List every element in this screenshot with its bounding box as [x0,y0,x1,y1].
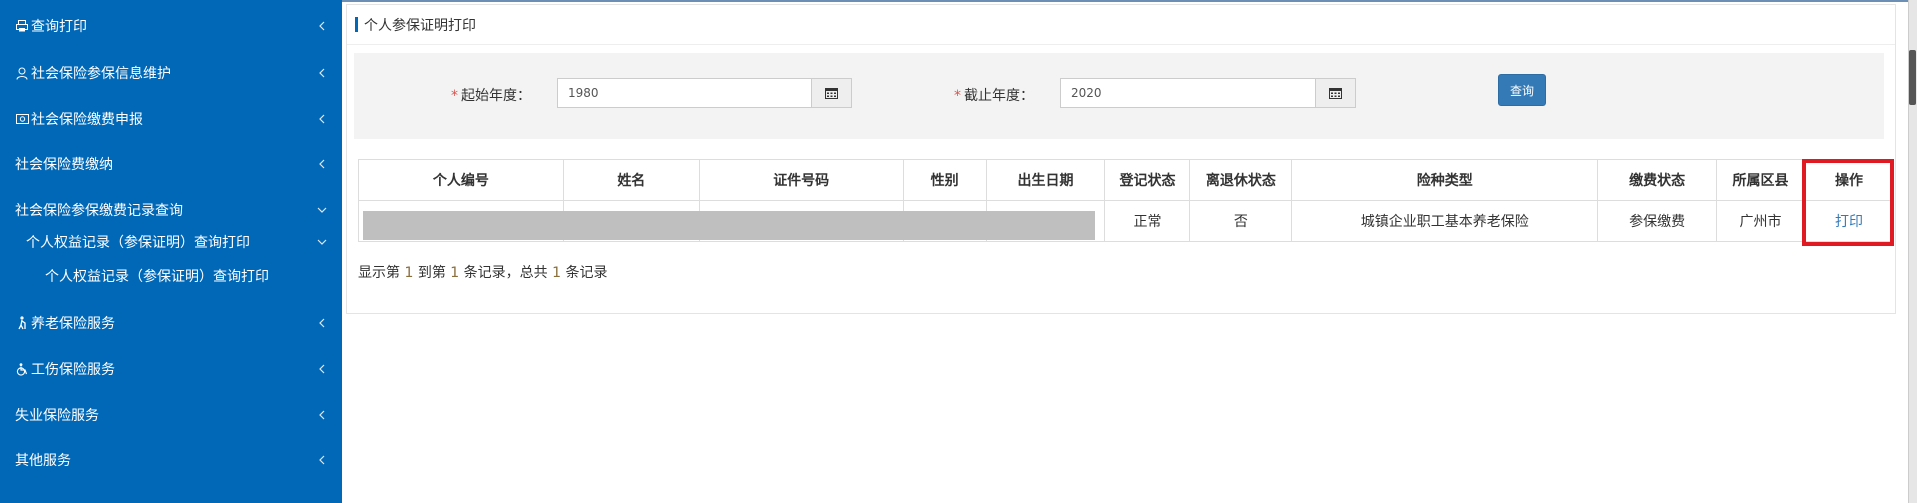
sidebar-item-label: 养老保险服务 [31,316,115,332]
pagination-mid1: 到第 [417,265,446,281]
sidebar-item-label: 个人权益记录（参保证明）查询打印 [26,235,250,251]
start-year-label-text: 起始年度： [461,88,531,104]
pagination-from: 1 [404,265,414,281]
pagination-suffix: 条记录 [565,265,608,281]
sidebar-item-label: 个人权益记录（参保证明）查询打印 [45,269,269,285]
cell-retired-status: 否 [1189,200,1293,242]
sidebar-item-label: 社会保险参保缴费记录查询 [15,203,183,219]
cell-payment-status: 参保缴费 [1597,200,1718,242]
column-header[interactable]: 性别 [902,159,987,201]
sidebar-item-insurance-info[interactable]: 社会保险参保信息维护 [0,51,342,95]
chevron-left-icon [316,20,328,32]
calendar-icon[interactable] [1315,79,1355,107]
column-header[interactable]: 险种类型 [1291,159,1599,201]
sidebar-item-unemployment[interactable]: 失业保险服务 [0,393,342,437]
user-icon [15,66,29,80]
chevron-left-icon [316,363,328,375]
sidebar-item-injury[interactable]: 工伤保险服务 [0,347,342,391]
panel-header: 个人参保证明打印 [347,5,1895,45]
pagination-to: 1 [450,265,460,281]
filter-form: *起始年度： *截止年度： 查询 [354,53,1884,139]
sidebar: 查询打印 社会保险参保信息维护 社会保险缴费申报 社会保险费缴纳 社会保险参保缴… [0,0,342,503]
page-title: 个人参保证明打印 [364,17,476,34]
query-button[interactable]: 查询 [1498,74,1546,106]
sidebar-item-other[interactable]: 其他服务 [0,438,342,482]
column-header[interactable]: 姓名 [562,159,700,201]
sidebar-item-rights-record-print[interactable]: 个人权益记录（参保证明）查询打印 [0,254,342,298]
cell-insurance-type: 城镇企业职工基本养老保险 [1291,200,1599,242]
pagination-mid2: 条记录，总共 [463,265,548,281]
sidebar-item-pension[interactable]: 养老保险服务 [0,301,342,345]
required-mark: * [451,88,458,104]
print-icon [15,19,29,33]
column-header[interactable]: 缴费状态 [1597,159,1718,201]
pagination-info: 显示第 1 到第 1 条记录，总共 1 条记录 [358,262,607,282]
chevron-left-icon [316,67,328,79]
sidebar-item-fee-payment[interactable]: 社会保险费缴纳 [0,142,342,186]
end-year-label: * 截止年度： [954,85,1034,105]
sidebar-item-label: 查询打印 [31,19,87,35]
elderly-icon [15,316,29,330]
table-header-row: 个人编号 姓名 证件号码 性别 出生日期 登记状态 离退休状态 险种类型 缴费状… [358,159,1895,201]
chevron-left-icon [316,113,328,125]
title-accent-bar [355,17,358,32]
sidebar-item-label: 社会保险缴费申报 [31,112,143,128]
scrollbar[interactable] [1908,0,1917,503]
wheelchair-icon [15,362,29,376]
highlight-box [1802,159,1894,246]
end-year-field[interactable] [1060,78,1356,108]
chevron-down-icon [316,204,328,216]
top-border [342,0,1908,2]
start-year-label: * 起始年度： [451,85,531,105]
sidebar-item-payment-declare[interactable]: 社会保险缴费申报 [0,97,342,141]
start-year-field[interactable] [557,78,852,108]
cell-district: 广州市 [1716,200,1805,242]
cell-register-status: 正常 [1104,200,1191,242]
column-header[interactable]: 离退休状态 [1189,159,1293,201]
redacted-block [363,211,1095,240]
money-icon [15,112,29,126]
chevron-left-icon [316,317,328,329]
scrollbar-thumb[interactable] [1909,50,1916,105]
column-header[interactable]: 个人编号 [358,159,564,201]
calendar-icon[interactable] [811,79,851,107]
column-header[interactable]: 出生日期 [985,159,1106,201]
main-content: 个人参保证明打印 *起始年度： *截止年度： 查询 [342,0,1908,503]
sidebar-item-label: 社会保险费缴纳 [15,157,113,173]
chevron-left-icon [316,158,328,170]
sidebar-item-label: 社会保险参保信息维护 [31,66,171,82]
required-mark: * [954,88,961,104]
end-year-label-text: 截止年度： [964,88,1034,104]
chevron-left-icon [316,409,328,421]
chevron-left-icon [316,454,328,466]
chevron-down-icon [316,236,328,248]
column-header[interactable]: 证件号码 [698,159,904,201]
column-header[interactable]: 所属区县 [1716,159,1805,201]
pagination-total: 1 [552,265,562,281]
sidebar-item-label: 失业保险服务 [15,408,99,424]
end-year-input[interactable] [1061,79,1315,107]
start-year-input[interactable] [558,79,811,107]
pagination-prefix: 显示第 [358,265,400,281]
sidebar-item-label: 其他服务 [15,453,71,469]
column-header[interactable]: 登记状态 [1104,159,1191,201]
sidebar-item-label: 工伤保险服务 [31,362,115,378]
sidebar-item-query-print[interactable]: 查询打印 [0,4,342,48]
